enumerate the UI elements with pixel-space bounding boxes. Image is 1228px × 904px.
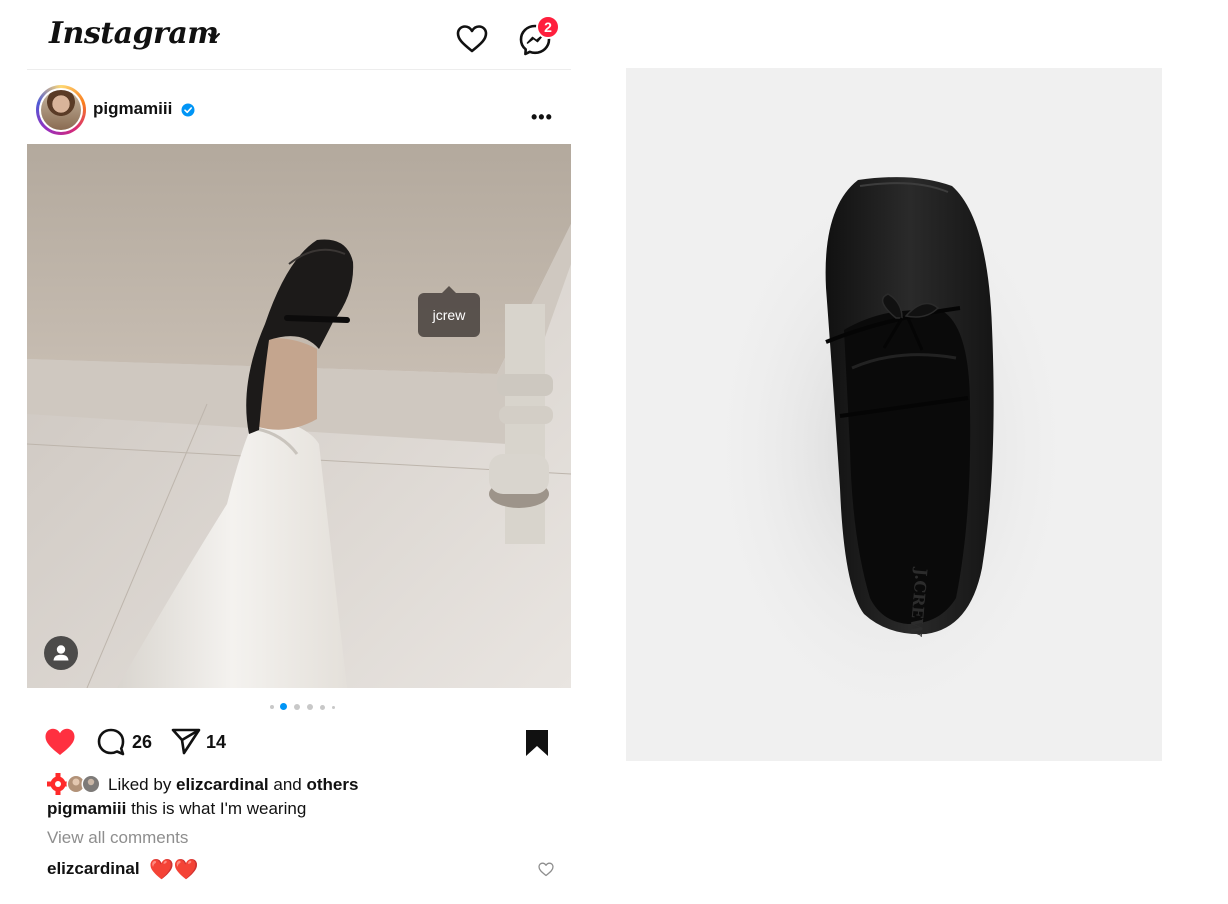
instagram-feed: Instagram 2 pigmamiii ••• jcrew 26 14 Li…: [27, 0, 571, 904]
post-header: pigmamiii •••: [27, 80, 571, 140]
product-image: J.CREW: [626, 68, 1162, 761]
caption-username[interactable]: pigmamiii: [47, 799, 126, 818]
bookmark-icon[interactable]: [524, 728, 550, 758]
share-icon[interactable]: [171, 727, 201, 755]
likes-summary[interactable]: Liked by elizcardinal and others: [108, 775, 358, 795]
comment-text: ❤️❤️: [149, 859, 199, 881]
likes-middle: and: [268, 775, 307, 794]
carousel-dot: [307, 704, 313, 710]
post-caption: pigmamiii this is what I'm wearing: [47, 799, 306, 819]
carousel-dot: [270, 705, 274, 709]
likes-user[interactable]: elizcardinal: [176, 775, 269, 794]
instagram-logo[interactable]: Instagram: [49, 16, 219, 51]
avatar[interactable]: [36, 85, 86, 135]
tagged-users-icon[interactable]: [44, 636, 78, 670]
verified-badge-icon: [181, 103, 195, 117]
likes-others[interactable]: others: [306, 775, 358, 794]
carousel-dot: [320, 705, 325, 710]
share-count: 14: [206, 732, 227, 752]
comment-count: 26: [132, 732, 153, 752]
liked-by-avatars[interactable]: [47, 772, 107, 796]
comment-username[interactable]: elizcardinal: [47, 859, 140, 879]
top-comment: elizcardinal ❤️❤️: [47, 857, 557, 883]
like-heart-icon[interactable]: [44, 727, 76, 757]
view-all-comments-link[interactable]: View all comments: [47, 828, 188, 848]
comment-icon[interactable]: [96, 727, 126, 757]
product-tag[interactable]: jcrew: [418, 286, 480, 337]
carousel-dot: [294, 704, 300, 710]
carousel-dot: [332, 706, 335, 709]
more-options-icon[interactable]: •••: [531, 107, 553, 128]
carousel-dot-active: [280, 703, 287, 710]
carousel-indicator: [270, 702, 350, 712]
person-icon: [53, 645, 69, 661]
likes-row: Liked by elizcardinal and others: [47, 772, 567, 796]
likes-prefix: Liked by: [108, 775, 177, 794]
avatar-border: [39, 88, 83, 132]
app-header: Instagram 2: [27, 0, 571, 70]
avatar-photo: [41, 90, 81, 130]
post-username[interactable]: pigmamiii: [93, 99, 172, 119]
comment-like-icon[interactable]: [538, 862, 554, 877]
ballet-flat-shoe-image: J.CREW: [701, 158, 1081, 738]
post-photo[interactable]: jcrew: [27, 144, 571, 688]
messages-badge: 2: [536, 15, 560, 39]
post-actions: 26 14: [27, 722, 571, 762]
outfit-photo: [27, 144, 571, 688]
caption-text: this is what I'm wearing: [126, 799, 307, 818]
heart-outline-icon[interactable]: [456, 24, 488, 54]
chevron-down-icon[interactable]: [207, 32, 221, 42]
page: Instagram 2 pigmamiii ••• jcrew 26 14 Li…: [0, 0, 1228, 904]
